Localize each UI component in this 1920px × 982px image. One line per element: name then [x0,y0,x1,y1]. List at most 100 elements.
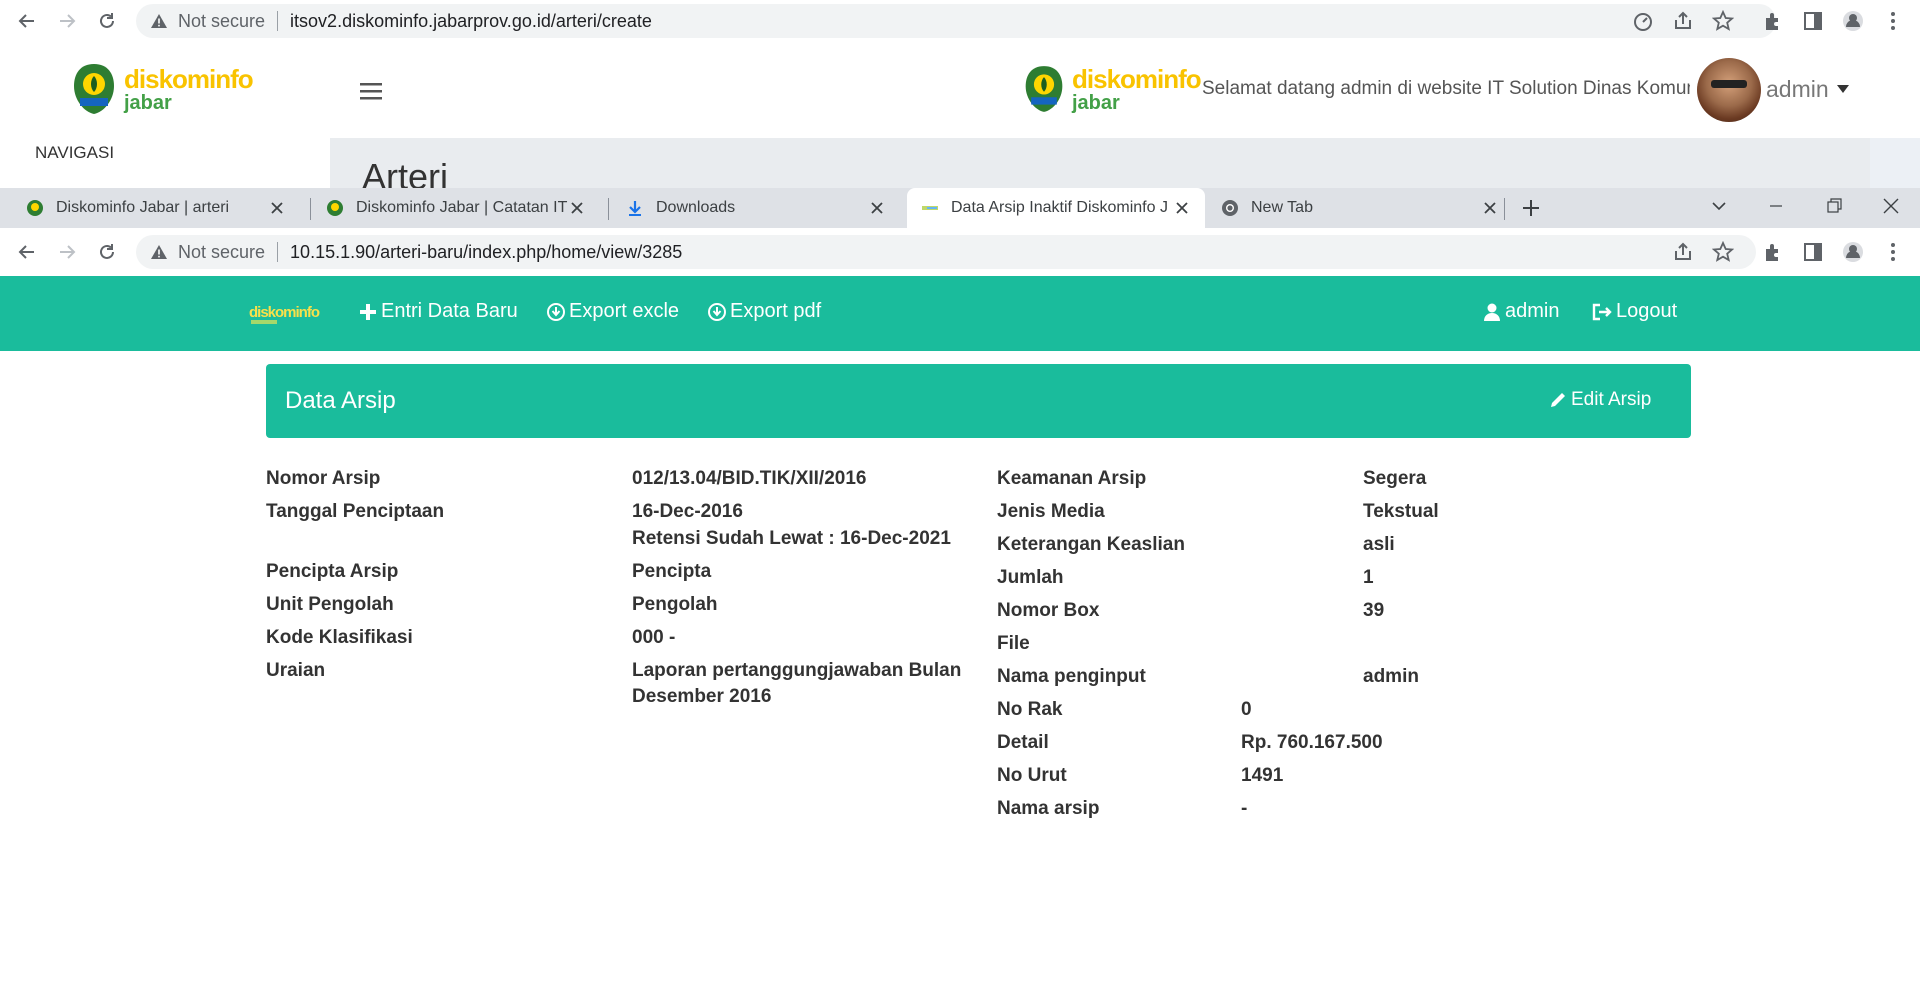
edit-arsip-label: Edit Arsip [1571,389,1652,410]
field-value-uraian-line2: Desember 2016 [632,686,772,707]
field-label-nomor-box: Nomor Box [997,600,1100,621]
close-window-icon[interactable] [1881,196,1901,216]
not-secure-label: Not secure [178,241,266,262]
field-label-no-rak: No Rak [997,699,1063,720]
tab-data-arsip-active[interactable]: Data Arsip Inaktif Diskominfo Jaw [907,188,1205,228]
tab-catatan-it[interactable]: Diskominfo Jabar | Catatan IT [300,188,600,228]
logout-link[interactable]: Logout [1592,300,1677,323]
diskominfo-favicon-icon [27,200,43,216]
field-value-pencipta-arsip: Pencipta [632,561,712,582]
not-secure-label: Not secure [178,10,266,31]
back-arrow-icon[interactable] [17,11,37,31]
field-value-no-urut: 1491 [1241,765,1284,786]
profile-icon[interactable] [1842,241,1864,263]
url-text: itsov2.diskominfo.jabarprov.go.id/arteri… [290,10,652,31]
extensions-icon[interactable] [1762,10,1784,32]
close-tab-icon[interactable] [270,201,284,215]
field-label-nama-penginput: Nama penginput [997,666,1146,687]
caret-down-icon[interactable] [1836,84,1850,94]
reload-icon[interactable] [97,242,117,262]
navbar-logo-text: diskominfo [249,304,320,321]
tab-arteri[interactable]: Diskominfo Jabar | arteri [0,188,300,228]
address-bar[interactable]: Not secure 10.15.1.90/arteri-baru/index.… [136,235,1756,269]
share-icon[interactable] [1672,10,1694,32]
url-text: 10.15.1.90/arteri-baru/index.php/home/vi… [290,241,683,262]
back-user-name[interactable]: admin [1766,76,1829,103]
navbar-logo[interactable]: diskominfo [249,302,323,330]
entri-label: Entri Data Baru [381,300,518,322]
profile-icon[interactable] [1842,10,1864,32]
tab-downloads[interactable]: Downloads [600,188,900,228]
side-panel-icon[interactable] [1802,241,1824,263]
close-tab-icon[interactable] [570,201,584,215]
field-value-jumlah: 1 [1363,567,1374,588]
tab-title: Diskominfo Jabar | Catatan IT [356,199,568,216]
tab-title: Diskominfo Jabar | arteri [56,199,230,216]
close-tab-icon[interactable] [1483,201,1497,215]
bookmark-star-icon[interactable] [1712,241,1734,263]
forward-arrow-icon[interactable] [57,11,77,31]
menu-dots-icon[interactable] [1882,241,1904,263]
jabar-emblem-icon [74,64,114,114]
back-content-area: Arteri [330,138,1920,188]
data-arsip-panel-header: Data Arsip Edit Arsip [266,364,1691,438]
forward-arrow-icon[interactable] [57,242,77,262]
download-circle-icon [547,302,565,321]
field-value-nomor-arsip: 012/13.04/BID.TIK/XII/2016 [632,468,867,489]
edit-arsip-button[interactable]: Edit Arsip [1549,389,1651,411]
field-value-retensi: Retensi Sudah Lewat : 16-Dec-2021 [632,528,951,549]
tab-title: Downloads [656,199,736,216]
field-label-keterangan-keaslian: Keterangan Keaslian [997,534,1185,555]
reload-icon[interactable] [97,11,117,31]
export-excle-link[interactable]: Export excle [547,300,679,323]
field-value-detail: Rp. 760.167.500 [1241,732,1383,753]
back-header-logo-text-top: diskominfo [1072,64,1202,94]
field-value-tanggal-penciptaan: 16-Dec-2016 [632,501,743,522]
user-icon [1484,303,1500,321]
avatar[interactable] [1697,58,1761,122]
pencil-icon [1551,393,1565,407]
jabar-emblem-icon [1025,66,1063,112]
export-pdf-label: Export pdf [730,300,822,322]
entri-data-baru-link[interactable]: Entri Data Baru [359,300,518,323]
navbar-user-label: admin [1505,300,1560,322]
back-page-title: Arteri [362,156,449,188]
tab-search-chevron-icon[interactable] [1709,196,1729,216]
minimize-icon[interactable] [1766,196,1786,216]
tab-new-tab[interactable]: New Tab [1205,188,1505,228]
field-value-nama-arsip: - [1241,798,1248,819]
welcome-text: Selamat datang admin di website IT Solut… [1202,78,1690,99]
new-tab-plus-icon[interactable] [1521,198,1541,218]
logout-label: Logout [1616,300,1678,322]
tab-title: Data Arsip Inaktif Diskominfo Jaw [951,199,1167,216]
close-tab-icon[interactable] [1175,201,1189,215]
bookmark-star-icon[interactable] [1712,10,1734,32]
restore-icon[interactable] [1824,196,1844,216]
hamburger-menu-icon[interactable] [360,82,382,100]
url-separator [277,11,279,31]
field-value-keamanan-arsip: Segera [1363,468,1427,489]
warning-icon [151,245,167,259]
field-label-nomor-arsip: Nomor Arsip [266,468,381,489]
address-bar[interactable]: Not secure itsov2.diskominfo.jabarprov.g… [136,4,1776,38]
navbar-user-link[interactable]: admin [1483,300,1559,323]
menu-dots-icon[interactable] [1882,10,1904,32]
field-label-jenis-media: Jenis Media [997,501,1105,522]
export-pdf-link[interactable]: Export pdf [708,300,821,323]
close-tab-icon[interactable] [870,201,884,215]
export-excle-label: Export excle [569,300,680,322]
url-separator [277,242,279,262]
back-header-logo-text-bottom: jabar [1072,92,1120,114]
performance-icon[interactable] [1632,10,1654,32]
field-label-kode-klasifikasi: Kode Klasifikasi [266,627,413,648]
warning-icon [151,14,167,28]
back-logo-text-bottom: jabar [124,92,172,114]
side-panel-icon[interactable] [1802,10,1824,32]
extensions-icon[interactable] [1762,241,1784,263]
diskominfo-favicon-icon [922,206,938,210]
back-arrow-icon[interactable] [17,242,37,262]
share-icon[interactable] [1672,241,1694,263]
plus-icon [360,303,376,320]
logout-icon [1592,303,1612,320]
avatar-glasses [1711,80,1747,88]
